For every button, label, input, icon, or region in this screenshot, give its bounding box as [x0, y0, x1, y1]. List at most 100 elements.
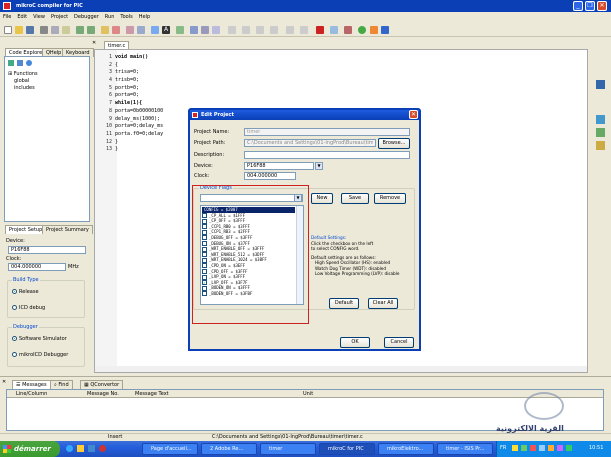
task-mikroelektronika[interactable]: mikroElektro...	[378, 443, 434, 455]
tray-icon-4[interactable]	[539, 445, 545, 451]
device-dropdown-chevron-icon[interactable]: ▼	[315, 162, 323, 170]
icd-debug-radio[interactable]: ICD debug	[12, 305, 45, 311]
breakpoint-icon[interactable]	[344, 26, 352, 34]
software-simulator-radio[interactable]: Software Simulator	[12, 336, 67, 342]
menu-edit[interactable]: Edit	[14, 12, 30, 23]
stop-icon[interactable]	[286, 26, 294, 34]
ie-quicklaunch-icon[interactable]	[66, 445, 73, 452]
setup-clock-input[interactable]	[8, 263, 66, 271]
help-icon[interactable]	[381, 26, 389, 34]
watch-icon[interactable]	[330, 26, 338, 34]
description-input[interactable]	[244, 151, 410, 159]
menu-file[interactable]: File	[0, 12, 14, 23]
task-adobe-reader[interactable]: 2 Adobe Re...	[201, 443, 257, 455]
tray-icon-7[interactable]	[566, 445, 572, 451]
build-icon[interactable]	[126, 26, 134, 34]
tab-messages[interactable]: ☰ Messages	[12, 380, 51, 389]
task-timer[interactable]: timer	[260, 443, 316, 455]
tab-project-setup[interactable]: Project Setup	[5, 225, 47, 234]
library-icon[interactable]	[596, 128, 605, 137]
col-line-column[interactable]: Line/Column	[16, 391, 47, 397]
options-icon[interactable]	[112, 26, 120, 34]
redo-icon[interactable]	[87, 26, 95, 34]
editor-horizontal-scrollbar[interactable]	[95, 366, 587, 372]
new-file-icon[interactable]	[4, 26, 12, 34]
tools-dock-icon[interactable]	[596, 141, 605, 150]
view-asm-icon[interactable]	[151, 26, 159, 34]
release-radio[interactable]: Release	[12, 289, 39, 295]
task-mikroc[interactable]: mikroC for PIC	[319, 443, 375, 455]
copy-icon[interactable]	[51, 26, 59, 34]
tab-find[interactable]: ⌕ Find	[50, 380, 73, 389]
dialog-clock-input[interactable]	[244, 172, 296, 180]
record-icon[interactable]	[316, 26, 324, 34]
run-icon[interactable]	[228, 26, 236, 34]
panel-close-icon[interactable]: ✕	[92, 40, 98, 46]
dialog-close-button[interactable]: ✕	[409, 110, 418, 119]
undo-icon[interactable]	[76, 26, 84, 34]
cancel-button[interactable]: Cancel	[384, 337, 414, 348]
tray-icon-1[interactable]	[512, 445, 518, 451]
menu-debugger[interactable]: Debugger	[71, 12, 102, 23]
tree-item-global[interactable]: global	[14, 78, 29, 84]
new-button[interactable]: New	[311, 193, 333, 204]
media-quicklaunch-icon[interactable]	[99, 445, 106, 452]
tree-item-includes[interactable]: includes	[14, 85, 35, 91]
compile-icon[interactable]	[137, 26, 145, 34]
pause-icon[interactable]	[270, 26, 278, 34]
dialog-device-select[interactable]	[244, 162, 314, 170]
step-over-icon[interactable]	[212, 26, 220, 34]
cut-icon[interactable]	[40, 26, 48, 34]
routine-list-icon[interactable]	[596, 80, 605, 89]
project-icon[interactable]	[101, 26, 109, 34]
project-name-input[interactable]	[244, 128, 410, 136]
col-message-no[interactable]: Message No.	[87, 391, 119, 397]
col-message-text[interactable]: Message Text	[135, 391, 169, 397]
save-icon[interactable]	[26, 26, 34, 34]
messages-close-icon[interactable]: ✕	[2, 379, 6, 385]
minimize-button[interactable]: _	[573, 1, 583, 11]
menu-help[interactable]: Help	[136, 12, 153, 23]
menu-tools[interactable]: Tools	[117, 12, 135, 23]
task-page-accueil[interactable]: Page d'accueil...	[142, 443, 198, 455]
open-folder-icon[interactable]	[15, 26, 23, 34]
run-to-cursor-icon[interactable]	[256, 26, 264, 34]
setup-device-select[interactable]	[8, 246, 86, 254]
tray-icon-2[interactable]	[521, 445, 527, 451]
step-out-icon[interactable]	[242, 26, 250, 34]
task-isis[interactable]: timer - ISIS Pr...	[437, 443, 493, 455]
close-button[interactable]: ✕	[597, 1, 607, 11]
language-indicator[interactable]: FR	[500, 445, 506, 451]
folder-quicklaunch-icon[interactable]	[77, 445, 84, 452]
info-icon[interactable]	[26, 60, 32, 66]
paste-icon[interactable]	[62, 26, 70, 34]
statistics-icon[interactable]	[176, 26, 184, 34]
tray-icon-6[interactable]	[557, 445, 563, 451]
project-path-input[interactable]	[244, 139, 376, 147]
tab-project-summary[interactable]: Project Summary	[42, 225, 93, 234]
programmer-icon[interactable]	[370, 26, 378, 34]
tray-icon-5[interactable]	[548, 445, 554, 451]
clear-all-button[interactable]: Clear All	[368, 298, 398, 309]
filter-icon[interactable]	[8, 60, 14, 66]
ok-button[interactable]: OK	[340, 337, 370, 348]
menu-run[interactable]: Run	[102, 12, 118, 23]
statistics-dock-icon[interactable]	[596, 115, 605, 124]
font-icon[interactable]: A	[162, 26, 170, 34]
step-into-icon[interactable]	[201, 26, 209, 34]
save-button[interactable]: Save	[341, 193, 369, 204]
reset-icon[interactable]	[300, 26, 308, 34]
restore-button[interactable]: ❐	[585, 1, 595, 11]
tray-icon-3[interactable]	[530, 445, 536, 451]
mikroicd-debugger-radio[interactable]: mikroICD Debugger	[12, 352, 68, 358]
col-unit[interactable]: Unit	[303, 391, 313, 397]
browse-button[interactable]: Browse...	[378, 138, 410, 149]
sort-icon[interactable]	[17, 60, 23, 66]
tree-item-functions[interactable]: ⊞ Functions	[8, 71, 38, 77]
desktop-quicklaunch-icon[interactable]	[88, 445, 95, 452]
remove-button[interactable]: Remove	[374, 193, 406, 204]
debug-icon[interactable]	[190, 26, 198, 34]
menu-view[interactable]: View	[30, 12, 48, 23]
lcd-icon[interactable]	[358, 26, 366, 34]
menu-project[interactable]: Project	[48, 12, 71, 23]
